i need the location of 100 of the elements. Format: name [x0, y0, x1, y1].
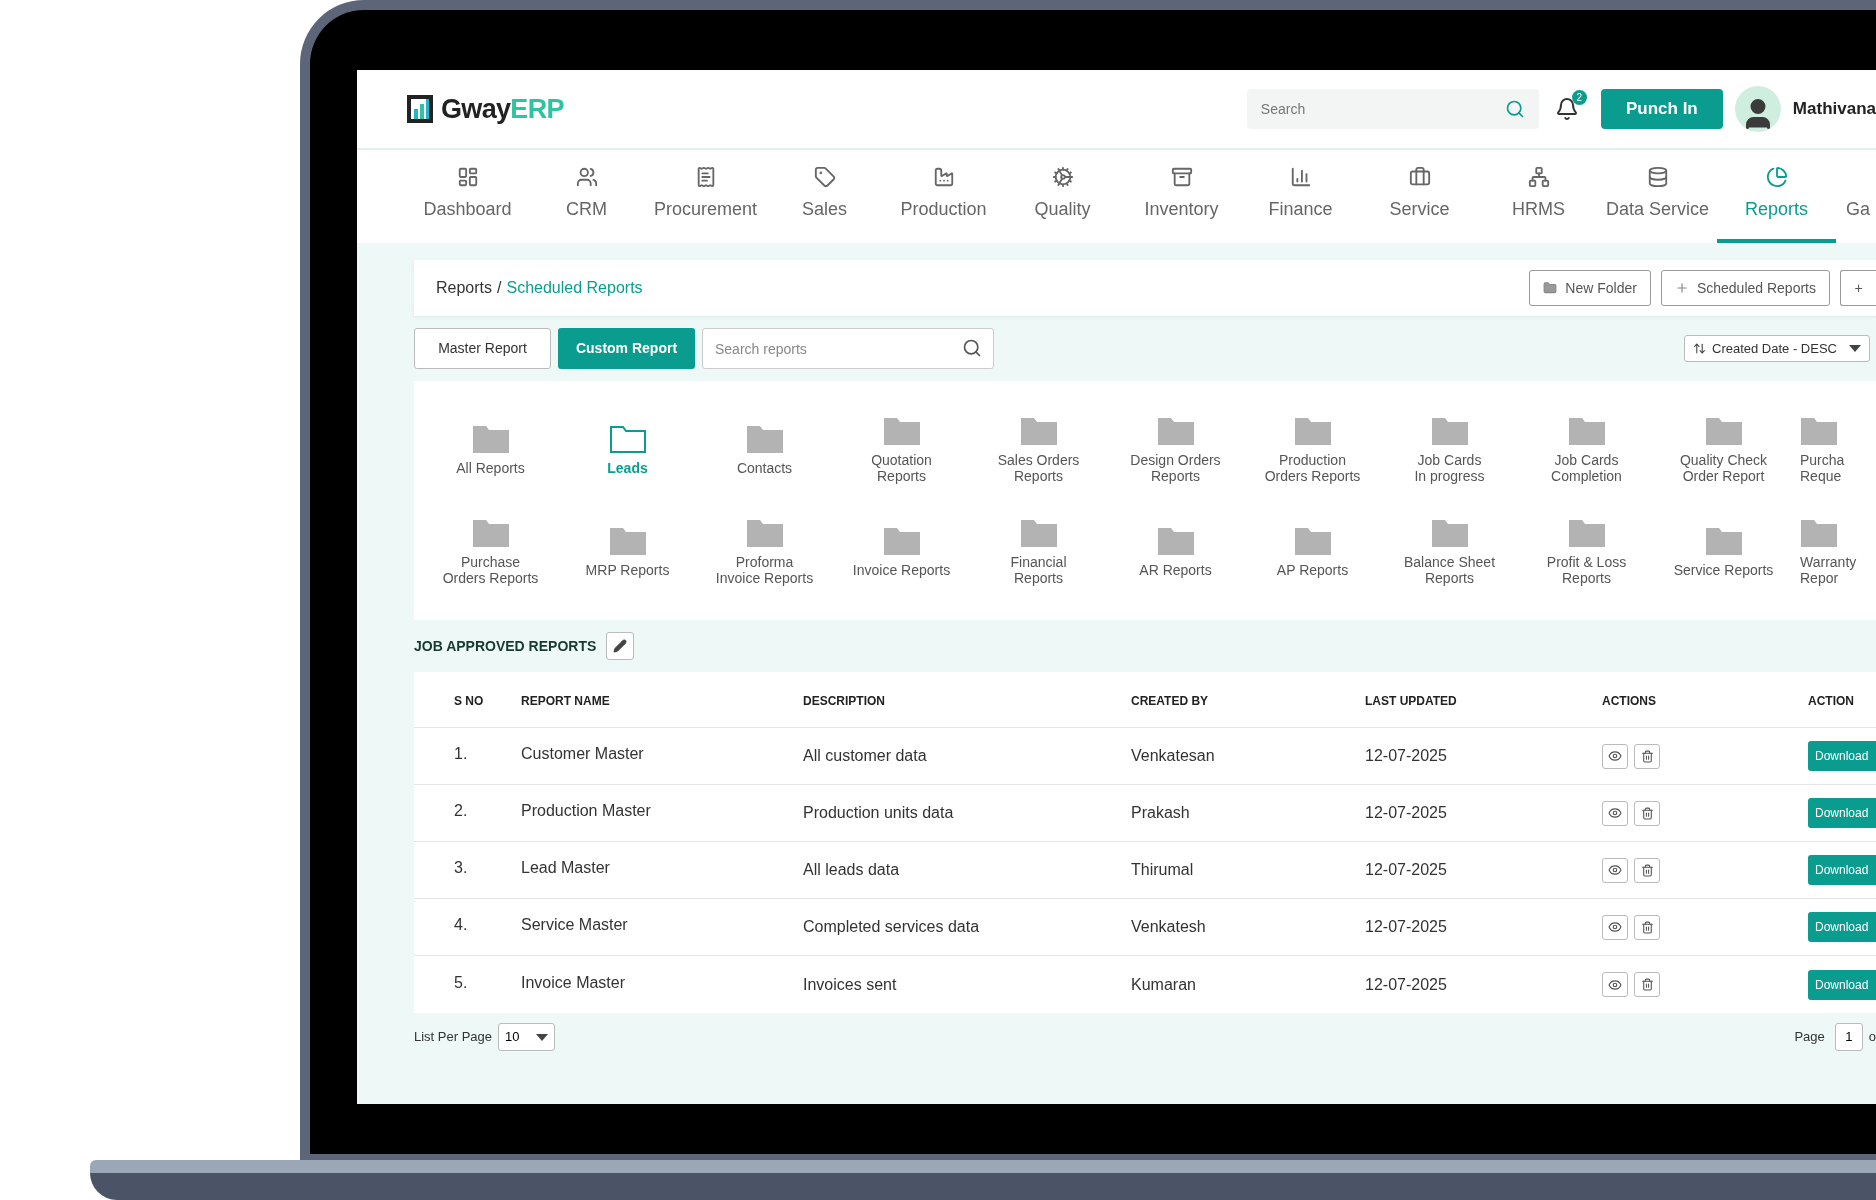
nav-tab[interactable]: Finance [1241, 150, 1360, 243]
folder-icon [882, 415, 921, 446]
folder-item[interactable]: Service Reports [1655, 509, 1792, 594]
nav-icon [813, 166, 836, 188]
folder-item[interactable]: Purcha Reque [1792, 407, 1870, 492]
delete-button[interactable] [1634, 800, 1660, 826]
sort-dropdown[interactable]: Created Date - DESC [1684, 335, 1870, 362]
toolbar-button[interactable]: Scheduled Reports [1660, 270, 1830, 306]
folder-item[interactable]: Production Orders Reports [1244, 407, 1381, 492]
toolbar-button[interactable]: New Folder [1529, 270, 1651, 306]
nav-tab[interactable]: Quality [1003, 150, 1122, 243]
page-input[interactable]: 1 [1834, 1023, 1863, 1051]
folder-item[interactable]: Invoice Reports [833, 509, 970, 594]
caret-icon [536, 1033, 549, 1041]
nav-tab[interactable]: CRM [527, 150, 646, 243]
delete-button[interactable] [1634, 743, 1660, 769]
folder-item[interactable]: Contacts [696, 407, 833, 492]
folder-item[interactable]: Sales Orders Reports [970, 407, 1107, 492]
table-cell: Production Master [521, 802, 651, 819]
per-page-label: List Per Page [414, 1028, 493, 1047]
folder-item[interactable]: Proforma Invoice Reports [696, 509, 833, 594]
folder-icon [745, 423, 784, 454]
folder-item[interactable]: All Reports [422, 407, 559, 492]
folder-item[interactable]: Job Cards In progress [1381, 407, 1518, 492]
nav-tab[interactable]: Procurement [646, 150, 765, 243]
folder-item[interactable]: AP Reports [1244, 509, 1381, 594]
folder-icon [471, 517, 510, 548]
folder-item[interactable]: Balance Sheet Reports [1381, 509, 1518, 594]
nav-tab[interactable]: HRMS [1479, 150, 1598, 243]
folder-item[interactable]: Design Orders Reports [1107, 407, 1244, 492]
nav-tab[interactable]: Data Service [1598, 150, 1717, 243]
delete-button[interactable] [1634, 914, 1660, 940]
table-cell: Production units data [803, 804, 954, 821]
table-cell: Venkatesan [1131, 747, 1215, 764]
table-cell: 12-07-2025 [1365, 804, 1447, 821]
nav-tab[interactable]: Ga [1836, 150, 1876, 243]
folder-icon [1704, 415, 1743, 446]
report-tab[interactable]: Master Report [414, 328, 551, 369]
nav-tab[interactable]: Dashboard [408, 150, 527, 243]
folder-icon [745, 517, 784, 548]
view-button[interactable] [1602, 800, 1628, 826]
column-header: DESCRIPTION [803, 693, 885, 708]
notification-count: 2 [1571, 90, 1587, 105]
eye-icon [1608, 863, 1622, 877]
nav-tab[interactable]: Service [1360, 150, 1479, 243]
nav-icon [1765, 166, 1788, 188]
table-cell: 3. [454, 859, 468, 876]
folder-icon [1567, 517, 1606, 548]
folder-icon [1019, 517, 1058, 548]
toolbar-button[interactable]: + [1840, 270, 1876, 306]
eye-icon [1608, 749, 1622, 763]
folder-item[interactable]: Job Cards Completion [1518, 407, 1655, 492]
folder-icon [1800, 517, 1838, 548]
folder-item[interactable]: Financial Reports [970, 509, 1107, 594]
table-cell: Lead Master [521, 859, 610, 876]
folder-icon [1430, 517, 1469, 548]
nav-icon [932, 166, 955, 188]
folder-item[interactable]: Warranty Repor [1792, 509, 1870, 594]
nav-tab[interactable]: Production [884, 150, 1003, 243]
nav-tab[interactable]: Sales [765, 150, 884, 243]
table-cell: Prakash [1131, 804, 1190, 821]
table-cell: 12-07-2025 [1365, 918, 1447, 935]
pencil-icon [613, 639, 628, 653]
delete-button[interactable] [1634, 972, 1660, 997]
avatar[interactable] [1734, 86, 1781, 132]
trash-icon [1640, 806, 1654, 820]
breadcrumb-root[interactable]: Reports [436, 276, 493, 300]
folder-icon [1704, 525, 1743, 556]
section-title: JOB APPROVED REPORTS [414, 636, 597, 656]
view-button[interactable] [1602, 743, 1628, 769]
sort-icon [1693, 342, 1706, 355]
folder-item[interactable]: Quality Check Order Report [1655, 407, 1792, 492]
report-search-field[interactable]: Search reports [702, 328, 994, 369]
edit-button[interactable] [606, 632, 635, 660]
nav-icon [1051, 166, 1074, 188]
column-header: S NO [454, 693, 484, 708]
table-cell: Customer Master [521, 745, 644, 762]
trash-icon [1640, 920, 1654, 934]
eye-icon [1608, 806, 1622, 820]
nav-icon [1646, 166, 1669, 188]
nav-tab[interactable]: Inventory [1122, 150, 1241, 243]
search-field[interactable]: Search [1246, 89, 1539, 129]
eye-icon [1608, 977, 1622, 992]
page-of-label: o [1868, 1028, 1876, 1047]
column-header: REPORT NAME [521, 693, 610, 708]
view-button[interactable] [1602, 914, 1628, 940]
view-button[interactable] [1602, 857, 1628, 883]
folder-item[interactable]: Profit & Loss Reports [1518, 509, 1655, 594]
folder-item[interactable]: MRP Reports [559, 509, 696, 594]
folder-item[interactable]: Purchase Orders Reports [422, 509, 559, 594]
delete-button[interactable] [1634, 857, 1660, 883]
folder-item[interactable]: Quotation Reports [833, 407, 970, 492]
caret-icon [1849, 345, 1861, 352]
breadcrumb-separator: / [497, 278, 502, 298]
bell-icon[interactable] [1554, 97, 1579, 121]
column-header: LAST UPDATED [1365, 693, 1457, 708]
view-button[interactable] [1602, 972, 1628, 997]
per-page-select[interactable]: 10 [498, 1023, 556, 1051]
table-cell: 12-07-2025 [1365, 861, 1447, 878]
folder-item[interactable]: AR Reports [1107, 509, 1244, 594]
